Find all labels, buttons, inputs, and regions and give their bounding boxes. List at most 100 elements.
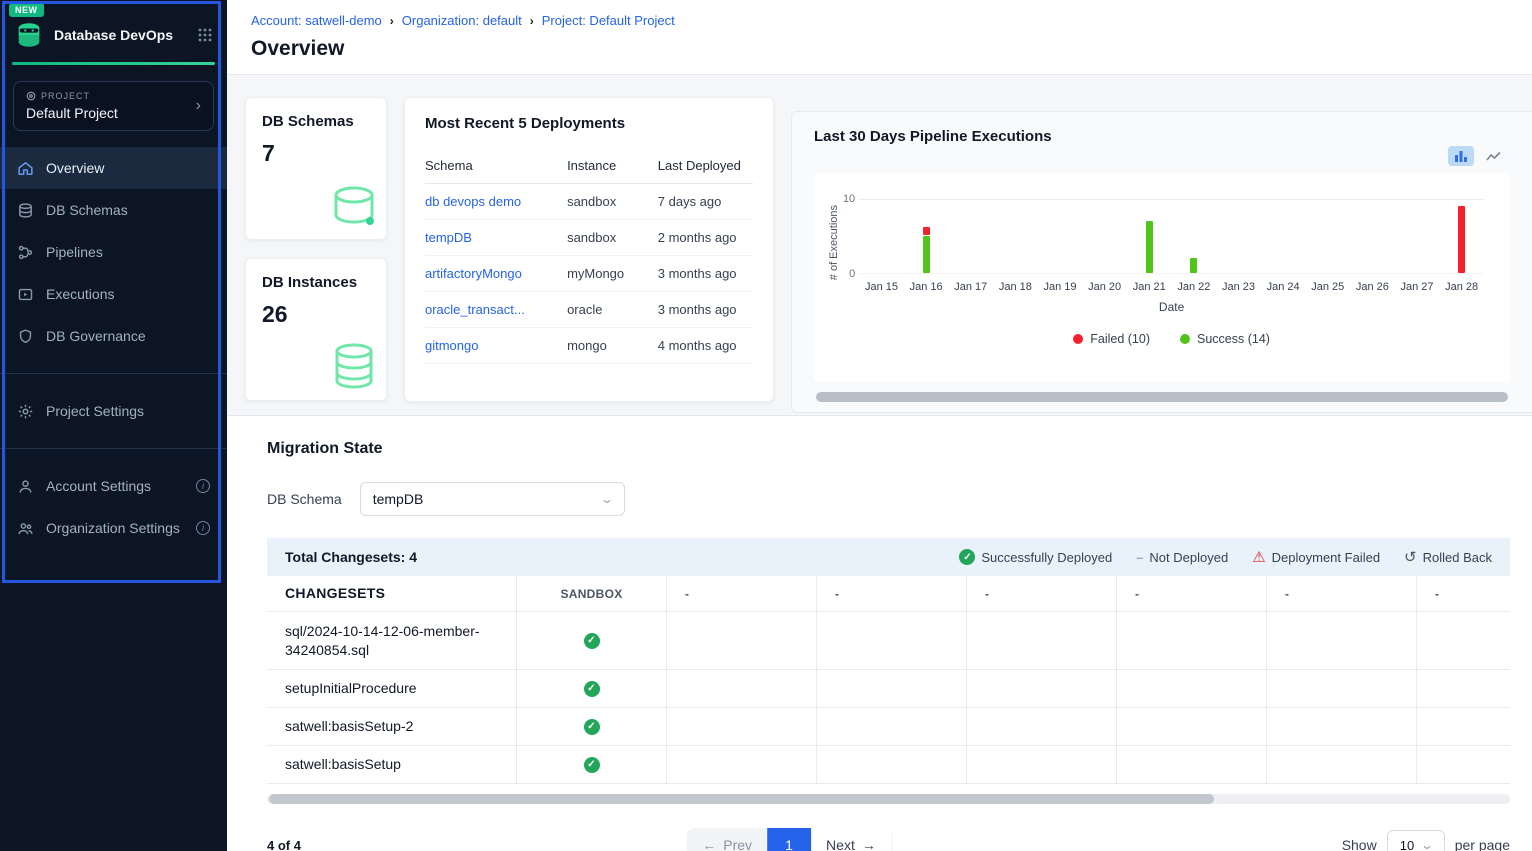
table-row: db devops demo sandbox 7 days ago — [425, 184, 753, 220]
sidebar-item-project-settings[interactable]: Project Settings — [0, 390, 227, 432]
legend-rolled-back: ↺ Rolled Back — [1404, 550, 1492, 565]
changeset-name: sql/2024-10-14-12-06-member-34240854.sql — [267, 612, 517, 669]
chevron-down-icon: ⌄ — [600, 492, 614, 506]
db-instances-card: DB Instances 26 — [245, 258, 387, 401]
chevron-right-icon: › — [530, 14, 534, 28]
last-deployed-cell: 7 days ago — [658, 194, 753, 209]
page-title: Overview — [251, 37, 1508, 61]
legend-item-success[interactable]: Success (14) — [1180, 332, 1270, 346]
next-page-button[interactable]: Next → — [811, 828, 891, 851]
column-header: - — [817, 576, 967, 611]
chevron-down-icon: ⌄ — [1420, 838, 1434, 851]
bar-jan-28 — [1439, 200, 1484, 273]
db-schema-label: DB Schema — [267, 491, 342, 507]
shield-icon — [17, 328, 34, 345]
column-header-changesets: CHANGESETS — [267, 576, 517, 611]
schema-link[interactable]: gitmongo — [425, 338, 478, 353]
info-icon[interactable]: i — [196, 479, 210, 493]
bar-jan-27 — [1395, 200, 1440, 273]
y-tick-min: 0 — [837, 268, 855, 280]
total-changesets-label: Total Changesets: 4 — [285, 549, 417, 565]
instance-cell: myMongo — [567, 266, 658, 281]
changeset-name: satwell:basisSetup-2 — [267, 708, 517, 745]
schema-link[interactable]: oracle_transact... — [425, 302, 525, 317]
bar-jan-24 — [1261, 200, 1306, 273]
card-title: DB Schemas — [262, 113, 370, 130]
sidebar-item-executions[interactable]: Executions — [0, 273, 227, 315]
prev-page-button[interactable]: ← Prev — [687, 828, 767, 851]
x-tick-label: Jan 28 — [1439, 281, 1484, 293]
apps-grid-icon[interactable] — [197, 27, 213, 43]
success-icon[interactable] — [584, 719, 600, 735]
breadcrumb: Account: satwell-demo › Organization: de… — [251, 13, 1508, 28]
changeset-name: setupInitialProcedure — [267, 670, 517, 707]
migration-header-row: CHANGESETS SANDBOX - - - - - - — [267, 576, 1510, 612]
chart-horizontal-scrollbar[interactable] — [816, 392, 1508, 402]
chart-type-toggle — [1448, 146, 1506, 166]
last-deployed-cell: 2 months ago — [658, 230, 753, 245]
sidebar-item-label: Pipelines — [46, 244, 103, 260]
page-header: Account: satwell-demo › Organization: de… — [227, 0, 1532, 75]
project-selector[interactable]: PROJECT Default Project › — [13, 81, 214, 131]
changeset-name: satwell:basisSetup — [267, 746, 517, 783]
info-icon[interactable]: i — [196, 521, 210, 535]
breadcrumb-account-link[interactable]: Account: satwell-demo — [251, 13, 382, 28]
app-root: NEW Database DevOps — [0, 0, 1532, 851]
line-chart-toggle-button[interactable] — [1480, 146, 1506, 166]
success-icon[interactable] — [584, 681, 600, 697]
sidebar-item-label: Organization Settings — [46, 520, 180, 536]
schema-link[interactable]: artifactoryMongo — [425, 266, 522, 281]
success-icon — [959, 549, 975, 565]
y-tick-max: 10 — [837, 193, 855, 205]
horizontal-scrollbar-thumb[interactable] — [269, 794, 1214, 804]
schema-link[interactable]: tempDB — [425, 230, 472, 245]
column-header-sandbox: SANDBOX — [517, 576, 667, 611]
app-logo-database-icon — [14, 20, 44, 50]
status-legend: Successfully Deployed – Not Deployed ⚠ D… — [959, 549, 1492, 565]
success-icon[interactable] — [584, 757, 600, 773]
migration-table: Total Changesets: 4 Successfully Deploye… — [267, 538, 1510, 804]
horizontal-scrollbar-track[interactable] — [267, 794, 1510, 804]
instance-cell: sandbox — [567, 194, 658, 209]
bar-jan-23 — [1216, 200, 1261, 273]
rollback-icon: ↺ — [1404, 550, 1417, 565]
x-tick-label: Jan 24 — [1261, 281, 1306, 293]
breadcrumb-project-link[interactable]: Project: Default Project — [542, 13, 675, 28]
x-tick-label: Jan 17 — [948, 281, 993, 293]
schema-link[interactable]: db devops demo — [425, 194, 521, 209]
table-row: artifactoryMongo myMongo 3 months ago — [425, 256, 753, 292]
database-illustration-icon — [324, 177, 380, 233]
column-header: - — [1267, 576, 1417, 611]
db-schema-select[interactable]: tempDB ⌄ — [360, 482, 625, 516]
bar-jan-15 — [859, 200, 904, 273]
current-page-button[interactable]: 1 — [767, 828, 811, 851]
sidebar-item-overview[interactable]: Overview — [0, 147, 227, 189]
pager: ← Prev 1 Next → — [687, 828, 891, 851]
legend-item-failed[interactable]: Failed (10) — [1073, 332, 1150, 346]
success-icon[interactable] — [584, 633, 600, 649]
breadcrumb-organization-link[interactable]: Organization: default — [402, 13, 522, 28]
recent-deployments-table: Schema Instance Last Deployed db devops … — [425, 148, 753, 364]
table-header-row: Schema Instance Last Deployed — [425, 148, 753, 184]
sidebar-divider — [0, 448, 227, 449]
project-selector-label: PROJECT — [26, 91, 201, 101]
page-size-value: 10 — [1400, 838, 1414, 851]
page-size-select[interactable]: 10 ⌄ — [1387, 830, 1445, 851]
bar-chart-toggle-button[interactable] — [1448, 146, 1474, 166]
bar-jan-16 — [904, 200, 949, 273]
sidebar-item-organization-settings[interactable]: Organization Settings i — [0, 507, 227, 549]
sidebar-item-account-settings[interactable]: Account Settings i — [0, 465, 227, 507]
legend-label: Success (14) — [1197, 332, 1270, 346]
chevron-right-icon: › — [390, 14, 394, 28]
x-tick-label: Jan 27 — [1395, 281, 1440, 293]
user-icon — [17, 478, 34, 495]
sidebar-item-db-schemas[interactable]: DB Schemas — [0, 189, 227, 231]
executions-play-icon — [17, 286, 34, 303]
table-row: satwell:basisSetup-2 — [267, 708, 1510, 746]
sidebar-item-pipelines[interactable]: Pipelines — [0, 231, 227, 273]
primary-nav: Overview DB Schemas Pipelines Executions — [0, 147, 227, 357]
pipeline-branch-icon — [17, 244, 34, 261]
brand-accent-line — [12, 62, 215, 65]
sidebar-item-db-governance[interactable]: DB Governance — [0, 315, 227, 357]
migration-state-section: Migration State DB Schema tempDB ⌄ Total… — [227, 416, 1532, 851]
